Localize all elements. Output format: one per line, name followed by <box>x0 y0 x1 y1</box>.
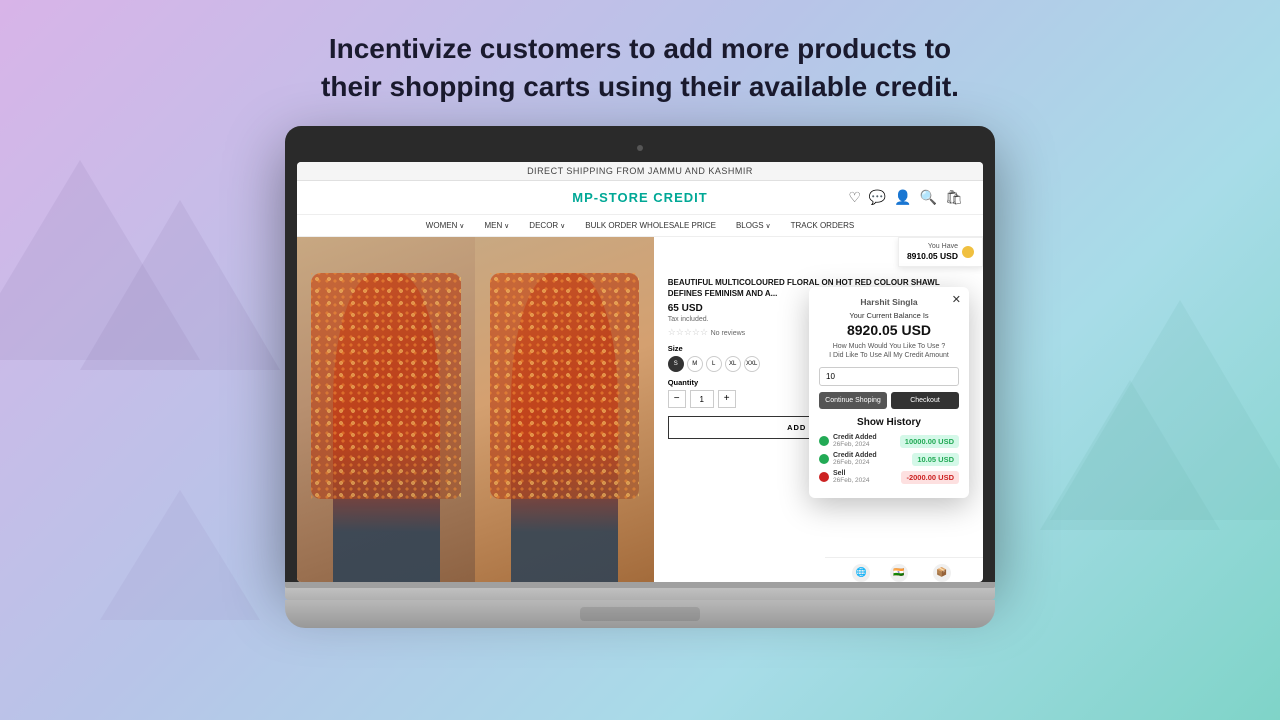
headline-line1: Incentivize customers to add more produc… <box>329 33 951 64</box>
announcement-bar: DIRECT SHIPPING FROM JAMMU AND KASHMIR <box>297 162 983 181</box>
history-item-3: Sell 26Feb, 2024 -2000.00 USD <box>819 470 959 484</box>
history-amount-3: -2000.00 USD <box>901 471 959 484</box>
checkout-button[interactable]: Checkout <box>891 392 959 409</box>
laptop-mockup: DIRECT SHIPPING FROM JAMMU AND KASHMIR M… <box>0 126 1280 628</box>
laptop: DIRECT SHIPPING FROM JAMMU AND KASHMIR M… <box>285 126 995 628</box>
history-date-2: 26Feb, 2024 <box>833 459 912 466</box>
history-item-2: Credit Added 26Feb, 2024 10.05 USD <box>819 452 959 466</box>
modal-balance-amount: 8920.05 USD <box>819 322 959 338</box>
history-info-3: Sell 26Feb, 2024 <box>833 470 901 484</box>
store-logo: MP-STORE CREDIT <box>572 190 707 205</box>
quantity-increase[interactable]: + <box>718 390 736 408</box>
modal-balance-label: Your Current Balance Is <box>819 311 959 320</box>
credit-banner-amount: 8910.05 USD <box>907 251 958 262</box>
history-date-1: 26Feb, 2024 <box>833 441 900 448</box>
modal-question: How Much Would You Like To Use ? I Did L… <box>819 342 959 362</box>
nav-blogs[interactable]: BLOGS <box>736 221 771 230</box>
store-header: MP-STORE CREDIT ♡ 💬 👤 🔍 🛍 <box>297 181 983 215</box>
wishlist-icon[interactable]: ♡ <box>848 189 861 206</box>
credit-amount-input[interactable] <box>819 367 959 386</box>
size-l[interactable]: L <box>706 356 722 372</box>
show-history-title: Show History <box>819 417 959 428</box>
header-icons: ♡ 💬 👤 🔍 🛍 <box>848 189 963 206</box>
history-icon-3 <box>819 472 829 482</box>
quantity-value: 1 <box>690 390 714 408</box>
laptop-bottom <box>285 600 995 628</box>
camera-bar <box>297 138 983 158</box>
footer-free-shipping: 📦 Free shipping <box>920 564 962 582</box>
cart-icon[interactable]: 🛍 <box>945 189 963 206</box>
footer-worldwide: 🌐 Worldwide <box>845 564 878 582</box>
store-main: You Have 8910.05 USD BEAUTIFUL MULTICOLO… <box>297 237 983 582</box>
store-footer: 🌐 Worldwide 🇮🇳 Made In India 📦 Free ship… <box>825 557 983 582</box>
store-nav: WOMEN MEN DECOR BULK ORDER WHOLESALE PRI… <box>297 215 983 237</box>
size-xxl[interactable]: XXL <box>744 356 760 372</box>
headline-line2: their shopping carts using their availab… <box>321 71 959 102</box>
nav-women[interactable]: WOMEN <box>426 221 465 230</box>
nav-track[interactable]: TRACK ORDERS <box>791 221 855 230</box>
history-type-1: Credit Added <box>833 434 900 441</box>
history-type-3: Sell <box>833 470 901 477</box>
footer-made-in-india: 🇮🇳 Made In India <box>878 564 920 582</box>
product-reviews: No reviews <box>711 330 746 337</box>
headline: Incentivize customers to add more produc… <box>0 0 1280 126</box>
announcement-text: DIRECT SHIPPING FROM JAMMU AND KASHMIR <box>527 166 753 176</box>
made-in-india-icon: 🇮🇳 <box>890 564 908 582</box>
history-date-3: 26Feb, 2024 <box>833 477 901 484</box>
size-xl[interactable]: XL <box>725 356 741 372</box>
history-icon-2 <box>819 454 829 464</box>
laptop-hinge <box>285 582 995 588</box>
modal-username: Harshit Singla <box>819 297 959 307</box>
size-s[interactable]: S <box>668 356 684 372</box>
credit-coin-icon <box>962 246 974 258</box>
modal-action-buttons: Continue Shoping Checkout <box>819 392 959 409</box>
credit-modal: ✕ Harshit Singla Your Current Balance Is… <box>809 287 969 499</box>
product-images <box>297 237 654 582</box>
worldwide-icon: 🌐 <box>852 564 870 582</box>
history-item-1: Credit Added 26Feb, 2024 10000.00 USD <box>819 434 959 448</box>
modal-close-button[interactable]: ✕ <box>952 293 961 306</box>
history-info-2: Credit Added 26Feb, 2024 <box>833 452 912 466</box>
history-icon-1 <box>819 436 829 446</box>
free-shipping-icon: 📦 <box>933 564 951 582</box>
trackpad <box>580 607 700 621</box>
continue-shopping-button[interactable]: Continue Shoping <box>819 392 887 409</box>
laptop-screen: DIRECT SHIPPING FROM JAMMU AND KASHMIR M… <box>297 162 983 582</box>
nav-decor[interactable]: DECOR <box>529 221 565 230</box>
credit-banner-label: You Have <box>907 242 958 251</box>
laptop-camera <box>637 145 643 151</box>
product-image-right <box>475 237 653 582</box>
laptop-base <box>285 582 995 600</box>
history-amount-2: 10.05 USD <box>912 453 959 466</box>
nav-bulk[interactable]: BULK ORDER WHOLESALE PRICE <box>585 221 716 230</box>
whatsapp-icon[interactable]: 💬 <box>869 189 886 206</box>
search-icon[interactable]: 🔍 <box>920 189 937 206</box>
account-icon[interactable]: 👤 <box>894 189 911 206</box>
history-type-2: Credit Added <box>833 452 912 459</box>
nav-men[interactable]: MEN <box>484 221 509 230</box>
laptop-screen-outer: DIRECT SHIPPING FROM JAMMU AND KASHMIR M… <box>285 126 995 582</box>
credit-banner: You Have 8910.05 USD <box>898 237 983 267</box>
history-info-1: Credit Added 26Feb, 2024 <box>833 434 900 448</box>
product-image-left <box>297 237 475 582</box>
quantity-decrease[interactable]: − <box>668 390 686 408</box>
size-m[interactable]: M <box>687 356 703 372</box>
history-amount-1: 10000.00 USD <box>900 435 959 448</box>
